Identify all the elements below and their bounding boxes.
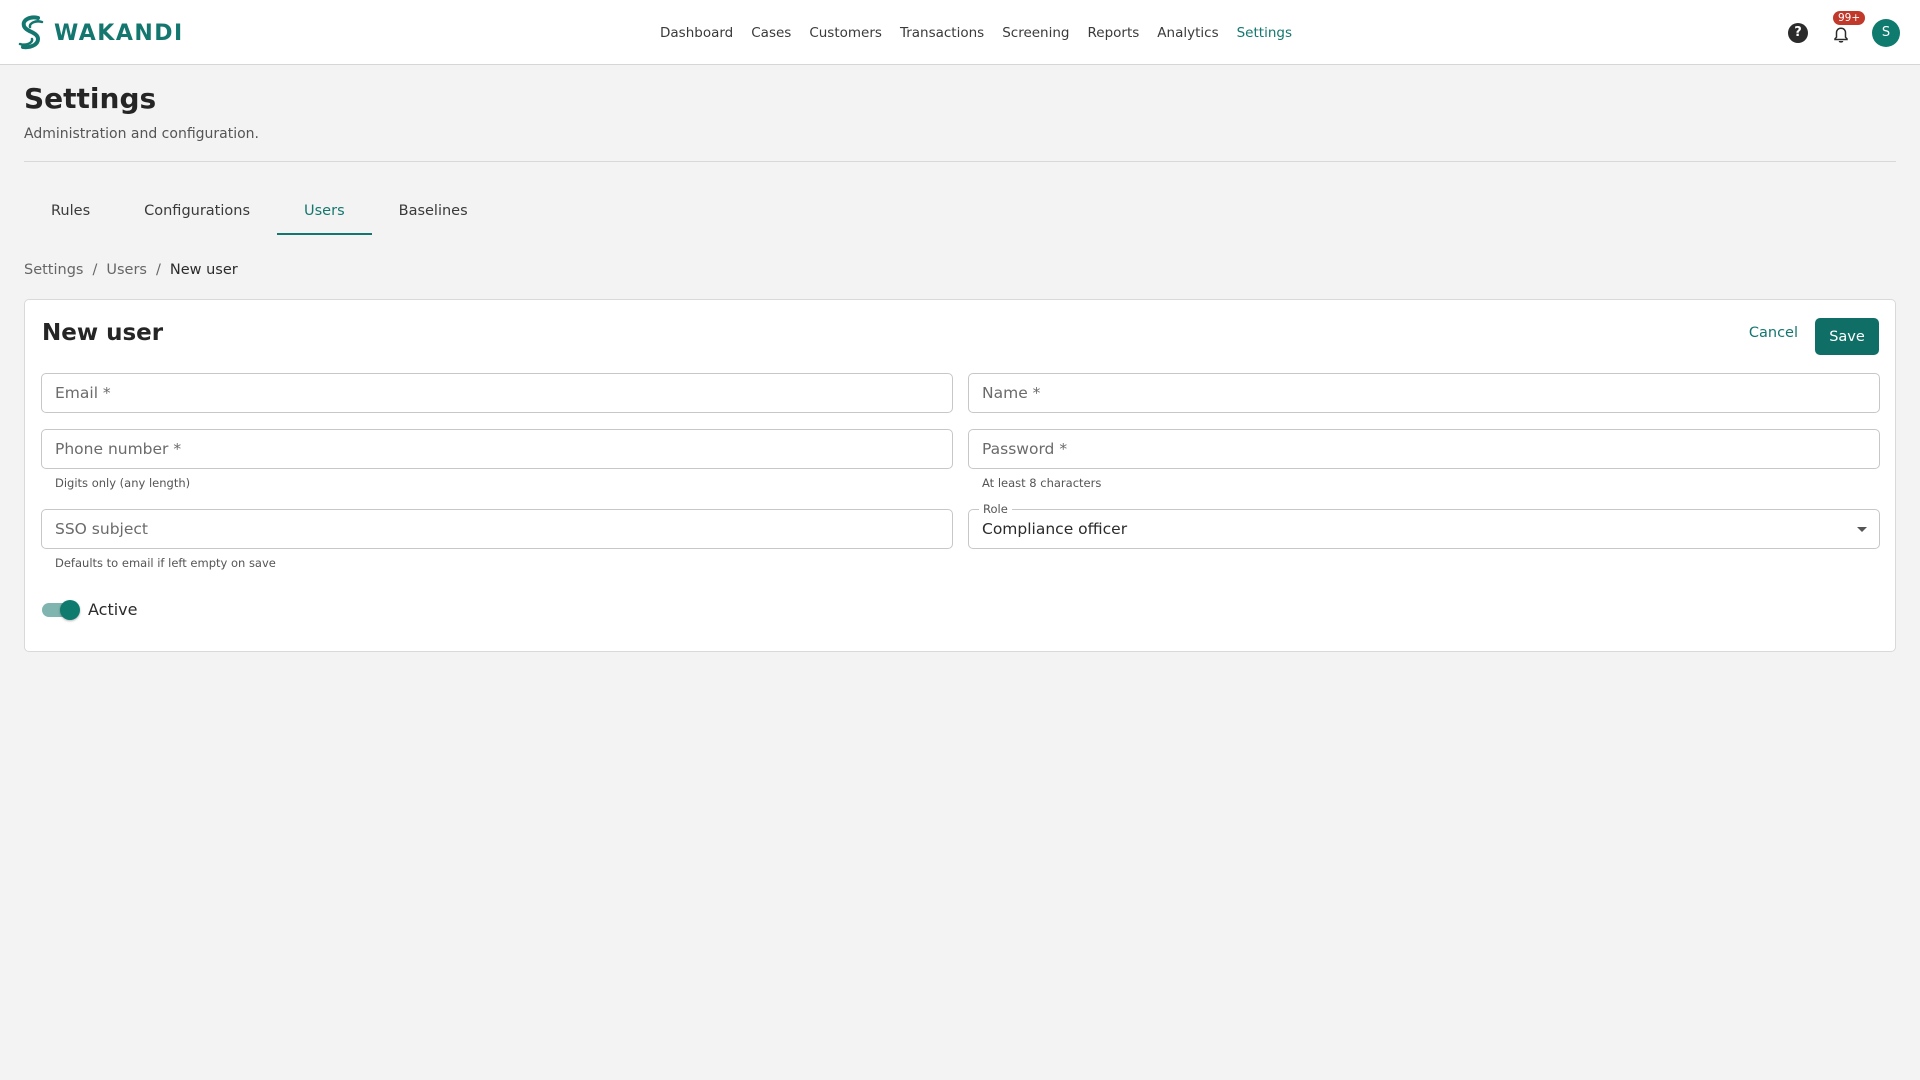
settings-tabs: Rules Configurations Users Baselines [24,192,495,235]
cancel-button[interactable]: Cancel [1749,325,1798,341]
brand-logo[interactable]: WAKANDI [16,14,184,52]
header-divider [24,161,1896,162]
page-subtitle: Administration and configuration. [24,126,259,142]
phone-helper-text: Digits only (any length) [55,476,191,490]
notification-badge: 99+ [1833,10,1866,25]
tab-configurations[interactable]: Configurations [117,192,277,235]
main-nav: Dashboard Cases Customers Transactions S… [660,0,1310,65]
top-bar: WAKANDI Dashboard Cases Customers Transa… [0,0,1920,65]
active-toggle[interactable] [42,599,80,620]
name-field-wrapper [968,373,1880,413]
nav-item-dashboard[interactable]: Dashboard [660,25,733,41]
breadcrumb-current: New user [169,262,238,278]
password-helper-text: At least 8 characters [982,476,1102,490]
wakandi-logo-icon [18,15,44,50]
name-field[interactable] [969,374,1879,412]
sso-subject-field[interactable] [42,510,952,548]
phone-field-wrapper [41,429,953,469]
nav-item-reports[interactable]: Reports [1088,25,1140,41]
notifications-button[interactable]: 99+ [1830,10,1866,44]
active-label: Active [88,600,138,619]
breadcrumb-separator: / [92,262,98,278]
toggle-thumb [60,600,80,620]
role-select[interactable]: Role Compliance officer [968,502,1880,549]
breadcrumb-separator: / [155,262,161,278]
page-title: Settings [24,82,157,115]
help-circle-icon[interactable]: ? [1788,22,1808,43]
tab-users[interactable]: Users [277,192,372,235]
tab-rules[interactable]: Rules [24,192,117,235]
phone-field[interactable] [42,430,952,468]
password-field[interactable] [969,430,1879,468]
sso-field-wrapper [41,509,953,549]
bell-icon [1834,26,1848,43]
nav-item-screening[interactable]: Screening [1002,25,1069,41]
breadcrumb-settings[interactable]: Settings [24,262,83,278]
sso-helper-text: Defaults to email if left empty on save [55,556,276,570]
chevron-down-icon [1857,527,1867,532]
breadcrumb-users[interactable]: Users [106,262,147,278]
new-user-card: New user Cancel Save Digits only (any le… [24,299,1896,652]
avatar[interactable]: S [1872,18,1900,47]
brand-name: WAKANDI [54,20,184,46]
password-field-wrapper [968,429,1880,469]
role-label: Role [979,502,1012,516]
nav-item-analytics[interactable]: Analytics [1157,25,1218,41]
email-field-wrapper [41,373,953,413]
nav-item-transactions[interactable]: Transactions [900,25,984,41]
save-button[interactable]: Save [1815,318,1879,355]
tab-baselines[interactable]: Baselines [372,192,495,235]
breadcrumb: Settings / Users / New user [24,262,238,278]
nav-item-cases[interactable]: Cases [751,25,791,41]
top-right-actions: ? 99+ S [1788,0,1900,65]
nav-item-settings[interactable]: Settings [1237,25,1292,41]
email-field[interactable] [42,374,952,412]
nav-item-customers[interactable]: Customers [809,25,882,41]
role-value: Compliance officer [982,520,1128,538]
card-title: New user [42,320,164,346]
